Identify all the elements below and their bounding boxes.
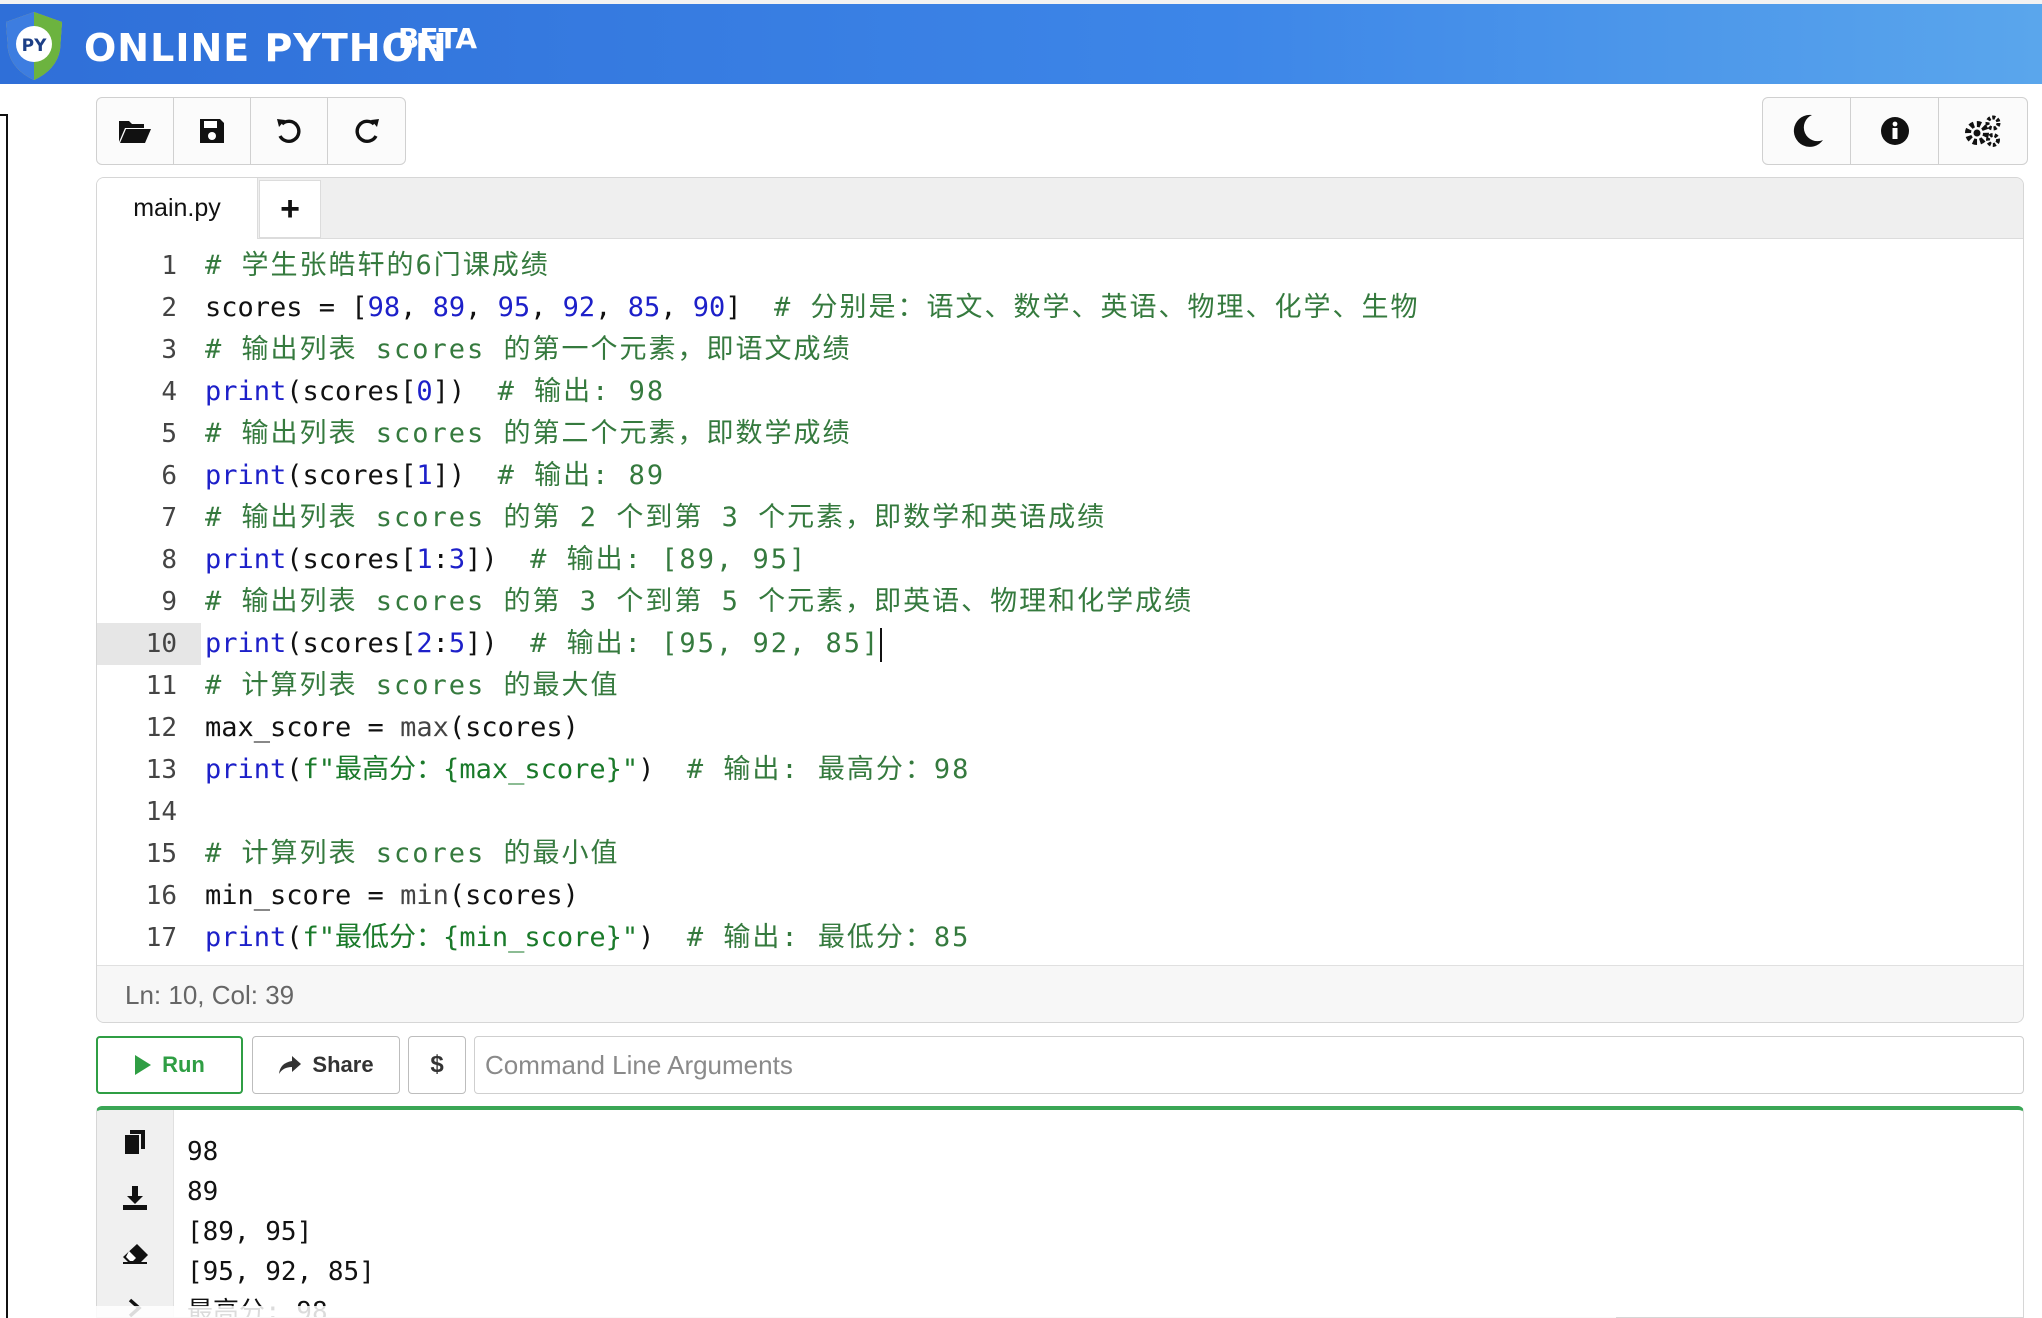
code-text: # 计算列表 scores 的最大值 — [205, 670, 620, 701]
code-text: # 计算列表 scores 的最小值 — [205, 838, 620, 869]
code-line[interactable]: 2 scores = [98, 89, 95, 92, 85, 90] # 分别是… — [97, 287, 2023, 329]
program-output: 98 89 [89, 95] [95, 92, 85] 最高分: 98 — [187, 1137, 375, 1317]
undo-button[interactable] — [251, 98, 328, 164]
code-line[interactable]: 1 # 学生张皓轩的6门课成绩 — [97, 245, 2023, 287]
text-cursor — [880, 627, 883, 662]
clear-output-button[interactable] — [119, 1238, 151, 1270]
info-button[interactable] — [1851, 98, 1939, 164]
command-line-arguments-input[interactable] — [474, 1036, 2024, 1094]
line-number: 16 — [145, 881, 177, 911]
save-icon — [200, 119, 224, 143]
code-text: print(f"最低分：{min_score}") # 输出: 最低分：85 — [205, 922, 971, 953]
play-icon — [135, 1055, 152, 1075]
code-text: # 输出列表 scores 的第二个元素，即数学成绩 — [205, 418, 852, 449]
line-number: 9 — [161, 587, 177, 617]
code-text: print(scores[2:5]) # 输出: [95, 92, 85] — [205, 623, 883, 665]
output-actions — [97, 1110, 174, 1317]
code-editor-panel: main.py + 1 # 学生张皓轩的6门课成绩 2 scores = [98, 8… — [96, 177, 2024, 1023]
code-line[interactable]: 7 # 输出列表 scores 的第 2 个到第 3 个元素，即数学和英语成绩 — [97, 497, 2023, 539]
line-number: 7 — [161, 503, 177, 533]
code-line[interactable]: 6 print(scores[1]) # 输出: 89 — [97, 455, 2023, 497]
info-icon — [1880, 117, 1909, 145]
eraser-icon — [123, 1244, 148, 1264]
svg-text:PY: PY — [22, 36, 47, 56]
copy-output-button[interactable] — [119, 1126, 151, 1158]
line-number: 15 — [145, 839, 177, 869]
left-border-top — [0, 114, 8, 116]
code-text: scores = [98, 89, 95, 92, 85, 90] # 分别是：… — [205, 292, 1420, 323]
code-text: # 输出列表 scores 的第一个元素，即语文成绩 — [205, 334, 852, 365]
code-line[interactable]: 12 max_score = max(scores) — [97, 707, 2023, 749]
code-text: print(scores[1:3]) # 输出: [89, 95] — [205, 544, 808, 575]
undo-icon — [277, 119, 301, 143]
settings-button[interactable] — [1939, 98, 2027, 164]
code-text: print(scores[0]) # 输出: 98 — [205, 376, 666, 407]
line-number: 12 — [145, 713, 177, 743]
code-line[interactable]: 8 print(scores[1:3]) # 输出: [89, 95] — [97, 539, 2023, 581]
code-line[interactable]: 17 print(f"最低分：{min_score}") # 输出: 最低分：85 — [97, 917, 2023, 959]
view-toolbar — [1762, 97, 2028, 165]
run-button[interactable]: Run — [96, 1036, 243, 1094]
code-text: # 输出列表 scores 的第 2 个到第 3 个元素，即数学和英语成绩 — [205, 502, 1107, 533]
line-number: 14 — [145, 797, 177, 827]
code-line[interactable]: 9 # 输出列表 scores 的第 3 个到第 5 个元素，即英语、物理和化学成… — [97, 581, 2023, 623]
code-line[interactable]: 13 print(f"最高分：{max_score}") # 输出: 最高分：98 — [97, 749, 2023, 791]
settings-icon — [1965, 115, 2001, 147]
dark-mode-button[interactable] — [1763, 98, 1851, 164]
code-line[interactable]: 10 print(scores[2:5]) # 输出: [95, 92, 85] — [97, 623, 2023, 665]
run-button-label: Run — [162, 1052, 205, 1077]
stdin-toggle-button[interactable]: $ — [408, 1036, 466, 1094]
redo-button[interactable] — [328, 98, 405, 164]
line-number: 13 — [145, 755, 177, 785]
cursor-position-status: Ln: 10, Col: 39 — [97, 965, 2023, 1022]
add-file-button[interactable]: + — [259, 180, 321, 238]
code-area[interactable]: 1 # 学生张皓轩的6门课成绩 2 scores = [98, 89, 95, 92,… — [97, 239, 2023, 965]
line-number: 2 — [161, 293, 177, 323]
share-button-label: Share — [312, 1052, 374, 1077]
line-number: 8 — [161, 545, 177, 575]
line-number: 10 — [145, 629, 177, 659]
code-line[interactable]: 15 # 计算列表 scores 的最小值 — [97, 833, 2023, 875]
code-line[interactable]: 5 # 输出列表 scores 的第二个元素，即数学成绩 — [97, 413, 2023, 455]
open-folder-icon — [119, 121, 151, 143]
code-line[interactable]: 4 print(scores[0]) # 输出: 98 — [97, 371, 2023, 413]
line-number: 11 — [145, 671, 177, 701]
line-number: 5 — [161, 419, 177, 449]
line-number: 17 — [145, 923, 177, 953]
code-line[interactable]: 11 # 计算列表 scores 的最大值 — [97, 665, 2023, 707]
bottom-fade — [96, 1306, 1616, 1318]
output-panel: 98 89 [89, 95] [95, 92, 85] 最高分: 98 — [96, 1106, 2024, 1318]
code-text: print(f"最高分：{max_score}") # 输出: 最高分：98 — [205, 754, 971, 785]
line-number: 4 — [161, 377, 177, 407]
beta-badge: BETA — [398, 22, 478, 55]
copy-icon — [125, 1130, 145, 1154]
open-file-button[interactable] — [97, 98, 174, 164]
file-toolbar — [96, 97, 406, 165]
share-button[interactable]: Share — [252, 1036, 400, 1094]
left-border — [6, 114, 8, 1318]
code-text: max_score = max(scores) — [205, 712, 579, 743]
line-number: 6 — [161, 461, 177, 491]
code-line[interactable]: 14 — [97, 791, 2023, 833]
line-number: 3 — [161, 335, 177, 365]
download-output-button[interactable] — [119, 1182, 151, 1214]
app-header: PY ONLINE PYTHON BETA — [0, 0, 2042, 84]
line-number: 1 — [161, 251, 177, 281]
code-line[interactable]: 3 # 输出列表 scores 的第一个元素，即语文成绩 — [97, 329, 2023, 371]
download-icon — [123, 1186, 147, 1210]
code-text: print(scores[1]) # 输出: 89 — [205, 460, 666, 491]
code-text: # 输出列表 scores 的第 3 个到第 5 个元素，即英语、物理和化学成绩 — [205, 586, 1194, 617]
code-text: # 学生张皓轩的6门课成绩 — [205, 250, 550, 281]
code-text: min_score = min(scores) — [205, 880, 579, 911]
code-line[interactable]: 16 min_score = min(scores) — [97, 875, 2023, 917]
dark-mode-icon — [1793, 114, 1823, 147]
share-icon — [279, 1056, 302, 1074]
save-file-button[interactable] — [174, 98, 251, 164]
redo-icon — [354, 119, 379, 143]
app-title: ONLINE PYTHON — [84, 26, 448, 70]
tab-main-py[interactable]: main.py — [97, 178, 258, 239]
file-tab-bar: main.py + — [97, 178, 2023, 239]
python-shield-logo-icon: PY — [6, 12, 62, 80]
